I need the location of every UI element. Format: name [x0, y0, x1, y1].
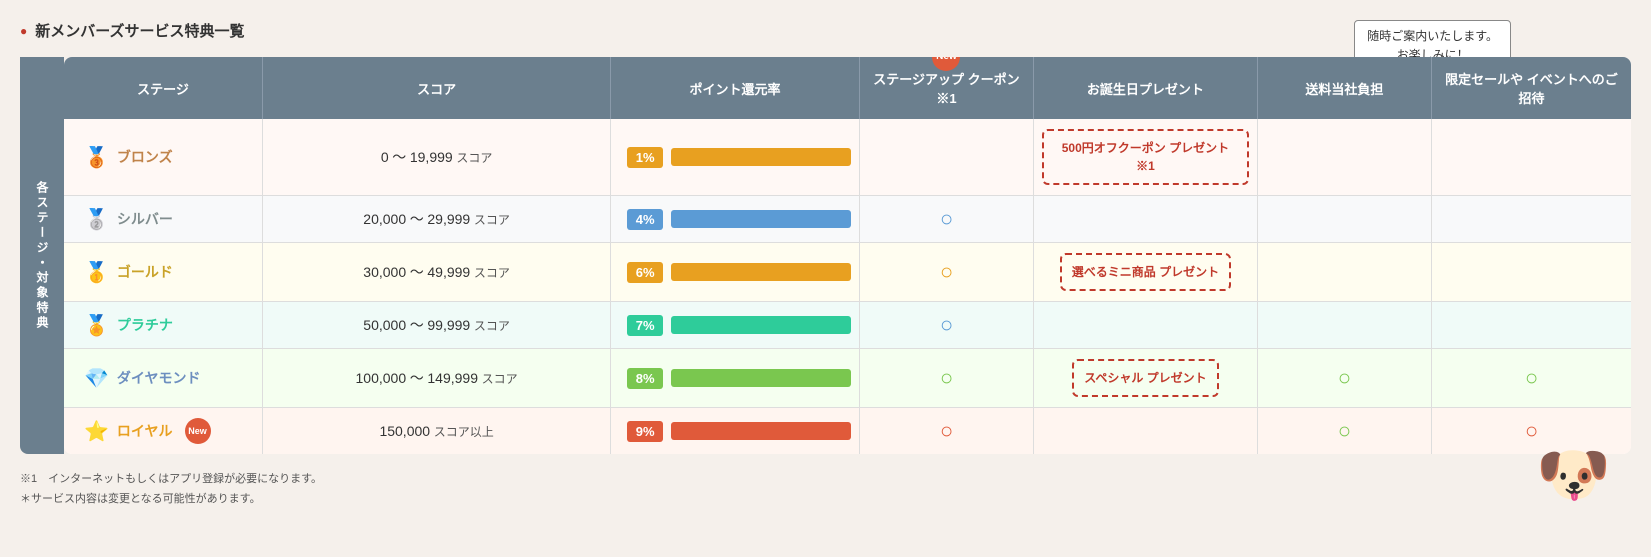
stage-icon: 💎: [84, 366, 109, 391]
stage-icon: 🥇: [84, 260, 109, 285]
cell-shipping: ○: [1258, 349, 1432, 408]
cell-birthday: [1034, 408, 1258, 454]
th-shipping: 送料当社負担: [1258, 57, 1432, 119]
cell-event: [1432, 119, 1631, 196]
bar-bg: [671, 369, 851, 387]
table-row: ⭐ロイヤルNew150,000 スコア以上 9% ○○○: [64, 408, 1631, 454]
cell-shipping: ○: [1258, 408, 1432, 454]
percent-label: 9%: [627, 421, 663, 442]
bar-bg: [671, 148, 851, 166]
th-coupon: New ステージアップ クーポン※1: [860, 57, 1034, 119]
cell-score: 0 〜 19,999 スコア: [263, 119, 611, 196]
cell-birthday: 500円オフクーポン プレゼント※1: [1034, 119, 1258, 196]
cell-birthday: 選べるミニ商品 プレゼント: [1034, 243, 1258, 302]
percent-label: 4%: [627, 209, 663, 230]
cell-event: ○: [1432, 349, 1631, 408]
new-badge-coupon: New: [932, 57, 960, 71]
cell-coupon: [860, 119, 1034, 196]
benefits-table: ステージ スコア ポイント還元率 New ステージアップ クーポン※1: [64, 57, 1631, 454]
stage-icon: 🏅: [84, 313, 109, 338]
members-table-wrapper: 各ステージ・対象特典 ステージ スコア ポイント還元率: [20, 57, 1631, 454]
shipping-circle: ○: [1338, 418, 1351, 443]
footnotes: ※1 インターネットもしくはアプリ登録が必要になります。 ＊サービス内容は変更と…: [20, 470, 1631, 510]
cell-point-rate: 6%: [611, 243, 860, 302]
cell-coupon: ○: [860, 196, 1034, 243]
cell-birthday: スペシャル プレゼント: [1034, 349, 1258, 408]
table-row: 💎ダイヤモンド100,000 〜 149,999 スコア 8% ○ スペシャル プ…: [64, 349, 1631, 408]
cell-score: 30,000 〜 49,999 スコア: [263, 243, 611, 302]
cell-score: 100,000 〜 149,999 スコア: [263, 349, 611, 408]
bar-bg: [671, 263, 851, 281]
main-table-wrap: ステージ スコア ポイント還元率 New ステージアップ クーポン※1: [64, 57, 1631, 454]
th-stage: ステージ: [64, 57, 263, 119]
coupon-circle: ○: [940, 418, 953, 443]
cell-shipping: [1258, 243, 1432, 302]
th-event: 限定セールや イベントへのご招待: [1432, 57, 1631, 119]
page-container: 随時ご案内いたします。 お楽しみに！ New 新メンバーズサービス特典一覧 各ス…: [20, 20, 1631, 510]
cell-stage: 💎ダイヤモンド: [64, 349, 263, 408]
cell-coupon: ○: [860, 349, 1034, 408]
coupon-circle: ○: [940, 312, 953, 337]
coupon-circle: ○: [940, 206, 953, 231]
table-row: 🥉ブロンズ0 〜 19,999 スコア 1% 500円オフクーポン プレゼント※…: [64, 119, 1631, 196]
cell-event: [1432, 196, 1631, 243]
cell-event: [1432, 302, 1631, 349]
cell-stage: 🥈シルバー: [64, 196, 263, 243]
birthday-dashed-box: 500円オフクーポン プレゼント※1: [1042, 129, 1249, 185]
cell-coupon: ○: [860, 302, 1034, 349]
cell-event: [1432, 243, 1631, 302]
birthday-dashed-box: 選べるミニ商品 プレゼント: [1060, 253, 1231, 291]
percent-label: 7%: [627, 315, 663, 336]
table-row: 🏅プラチナ50,000 〜 99,999 スコア 7% ○: [64, 302, 1631, 349]
percent-label: 1%: [627, 147, 663, 168]
cell-point-rate: 4%: [611, 196, 860, 243]
shipping-circle: ○: [1338, 365, 1351, 390]
bar-bg: [671, 316, 851, 334]
stage-icon: 🥈: [84, 207, 109, 232]
cell-birthday: [1034, 302, 1258, 349]
cell-score: 150,000 スコア以上: [263, 408, 611, 454]
cell-stage: 🥉ブロンズ: [64, 119, 263, 196]
footnote-2: ＊サービス内容は変更となる可能性があります。: [20, 490, 1631, 510]
footnote-1: ※1 インターネットもしくはアプリ登録が必要になります。: [20, 470, 1631, 490]
cell-stage: ⭐ロイヤルNew: [64, 408, 263, 454]
birthday-dashed-box: スペシャル プレゼント: [1072, 359, 1219, 397]
coupon-circle: ○: [940, 259, 953, 284]
th-point-rate: ポイント還元率: [611, 57, 860, 119]
bar-bg: [671, 422, 851, 440]
side-label-text: 各ステージ・対象特典: [33, 181, 51, 331]
topnote-line1: 随時ご案内いたします。: [1367, 29, 1498, 43]
event-circle: ○: [1525, 365, 1538, 390]
coupon-circle: ○: [940, 365, 953, 390]
page-title-text: 新メンバーズサービス特典一覧: [35, 20, 244, 41]
percent-label: 8%: [627, 368, 663, 389]
cell-point-rate: 1%: [611, 119, 860, 196]
side-label: 各ステージ・対象特典: [20, 57, 64, 454]
percent-label: 6%: [627, 262, 663, 283]
cell-coupon: ○: [860, 408, 1034, 454]
cell-coupon: ○: [860, 243, 1034, 302]
dog-mascot: 🐶: [1536, 439, 1611, 510]
cell-shipping: [1258, 119, 1432, 196]
table-row: 🥇ゴールド30,000 〜 49,999 スコア 6% ○ 選べるミニ商品 プレゼ…: [64, 243, 1631, 302]
th-birthday: お誕生日プレゼント: [1034, 57, 1258, 119]
cell-stage: 🥇ゴールド: [64, 243, 263, 302]
cell-point-rate: 9%: [611, 408, 860, 454]
bar-bg: [671, 210, 851, 228]
stage-icon: 🥉: [84, 145, 109, 170]
th-score: スコア: [263, 57, 611, 119]
cell-shipping: [1258, 196, 1432, 243]
table-row: 🥈シルバー20,000 〜 29,999 スコア 4% ○: [64, 196, 1631, 243]
cell-stage: 🏅プラチナ: [64, 302, 263, 349]
cell-point-rate: 7%: [611, 302, 860, 349]
new-badge-royal: New: [185, 418, 211, 444]
cell-point-rate: 8%: [611, 349, 860, 408]
cell-score: 50,000 〜 99,999 スコア: [263, 302, 611, 349]
cell-birthday: [1034, 196, 1258, 243]
stage-icon: ⭐: [84, 419, 109, 444]
cell-score: 20,000 〜 29,999 スコア: [263, 196, 611, 243]
cell-shipping: [1258, 302, 1432, 349]
